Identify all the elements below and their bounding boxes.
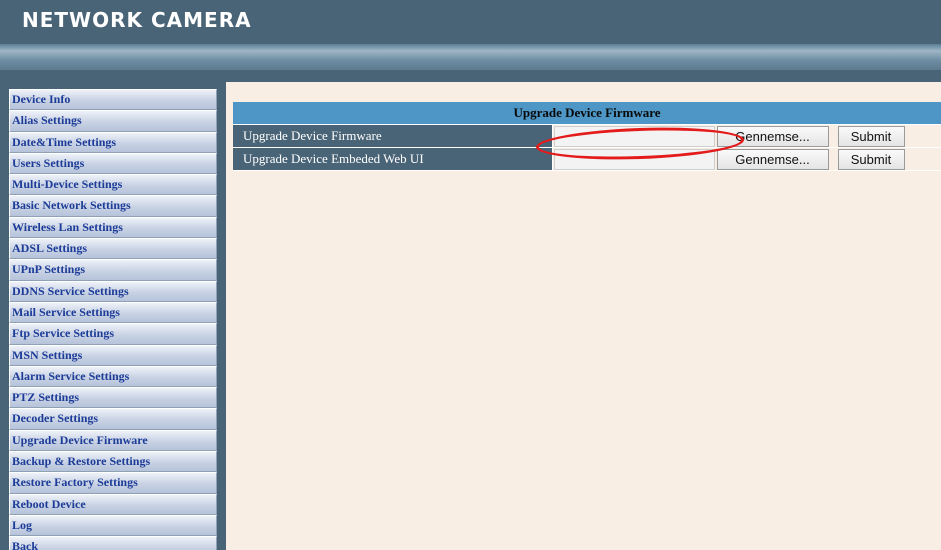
webui-row-controls: Gennemse... Submit	[552, 147, 941, 171]
sidebar-item-backup-restore-settings[interactable]: Backup & Restore Settings	[9, 451, 217, 473]
sidebar-item-restore-factory-settings[interactable]: Restore Factory Settings	[9, 472, 217, 494]
sidebar-item-mail-service-settings[interactable]: Mail Service Settings	[9, 301, 217, 324]
webui-file-input[interactable]	[553, 148, 715, 170]
sidebar-item-ddns-service-settings[interactable]: DDNS Service Settings	[9, 280, 217, 302]
webui-submit-button[interactable]: Submit	[837, 148, 905, 170]
sidebar-item-adsl-settings[interactable]: ADSL Settings	[9, 238, 217, 260]
sidebar-item-back[interactable]: Back	[9, 536, 217, 550]
sidebar-item-ptz-settings[interactable]: PTZ Settings	[9, 387, 217, 409]
sidebar-item-upgrade-device-firmware[interactable]: Upgrade Device Firmware	[9, 429, 217, 452]
header-bar: NETWORK CAMERA	[0, 0, 941, 44]
sidebar-item-wireless-lan-settings[interactable]: Wireless Lan Settings	[9, 216, 217, 239]
firmware-browse-button[interactable]: Gennemse...	[716, 125, 829, 147]
sidebar-item-multi-device-settings[interactable]: Multi-Device Settings	[9, 174, 217, 196]
sidebar-item-device-info[interactable]: Device Info	[9, 89, 217, 111]
sidebar-item-ftp-service-settings[interactable]: Ftp Service Settings	[9, 323, 217, 345]
firmware-upgrade-table: Upgrade Device Firmware Upgrade Device F…	[233, 102, 941, 171]
brand-logo-text: NETWORK CAMERA	[22, 8, 252, 32]
sidebar-item-log[interactable]: Log	[9, 514, 217, 537]
sidebar-item-basic-network-settings[interactable]: Basic Network Settings	[9, 195, 217, 217]
table-row: Upgrade Device Embeded Web UI Gennemse..…	[233, 147, 941, 171]
sidebar-item-reboot-device[interactable]: Reboot Device	[9, 493, 217, 515]
webui-browse-button[interactable]: Gennemse...	[716, 148, 829, 170]
firmware-row-label: Upgrade Device Firmware	[233, 124, 553, 148]
sidebar-item-msn-settings[interactable]: MSN Settings	[9, 344, 217, 366]
table-row: Upgrade Device Firmware Gennemse... Submi…	[233, 124, 941, 148]
sidebar-item-decoder-settings[interactable]: Decoder Settings	[9, 408, 217, 430]
firmware-submit-button[interactable]: Submit	[837, 125, 905, 147]
firmware-file-input[interactable]	[553, 125, 715, 147]
webui-row-label: Upgrade Device Embeded Web UI	[233, 147, 553, 171]
sidebar-item-upnp-settings[interactable]: UPnP Settings	[9, 259, 217, 281]
header-gradient-bar	[0, 44, 941, 70]
header-divider	[0, 70, 941, 82]
firmware-row-controls: Gennemse... Submit	[552, 124, 941, 148]
page-title: Upgrade Device Firmware	[233, 102, 941, 125]
sidebar-item-alarm-service-settings[interactable]: Alarm Service Settings	[9, 365, 217, 388]
sidebar-item-alias-settings[interactable]: Alias Settings	[9, 110, 217, 132]
sidebar-nav: Device Info Alias Settings Date&Time Set…	[9, 89, 217, 550]
sidebar-item-users-settings[interactable]: Users Settings	[9, 152, 217, 175]
sidebar-item-date-time-settings[interactable]: Date&Time Settings	[9, 131, 217, 153]
